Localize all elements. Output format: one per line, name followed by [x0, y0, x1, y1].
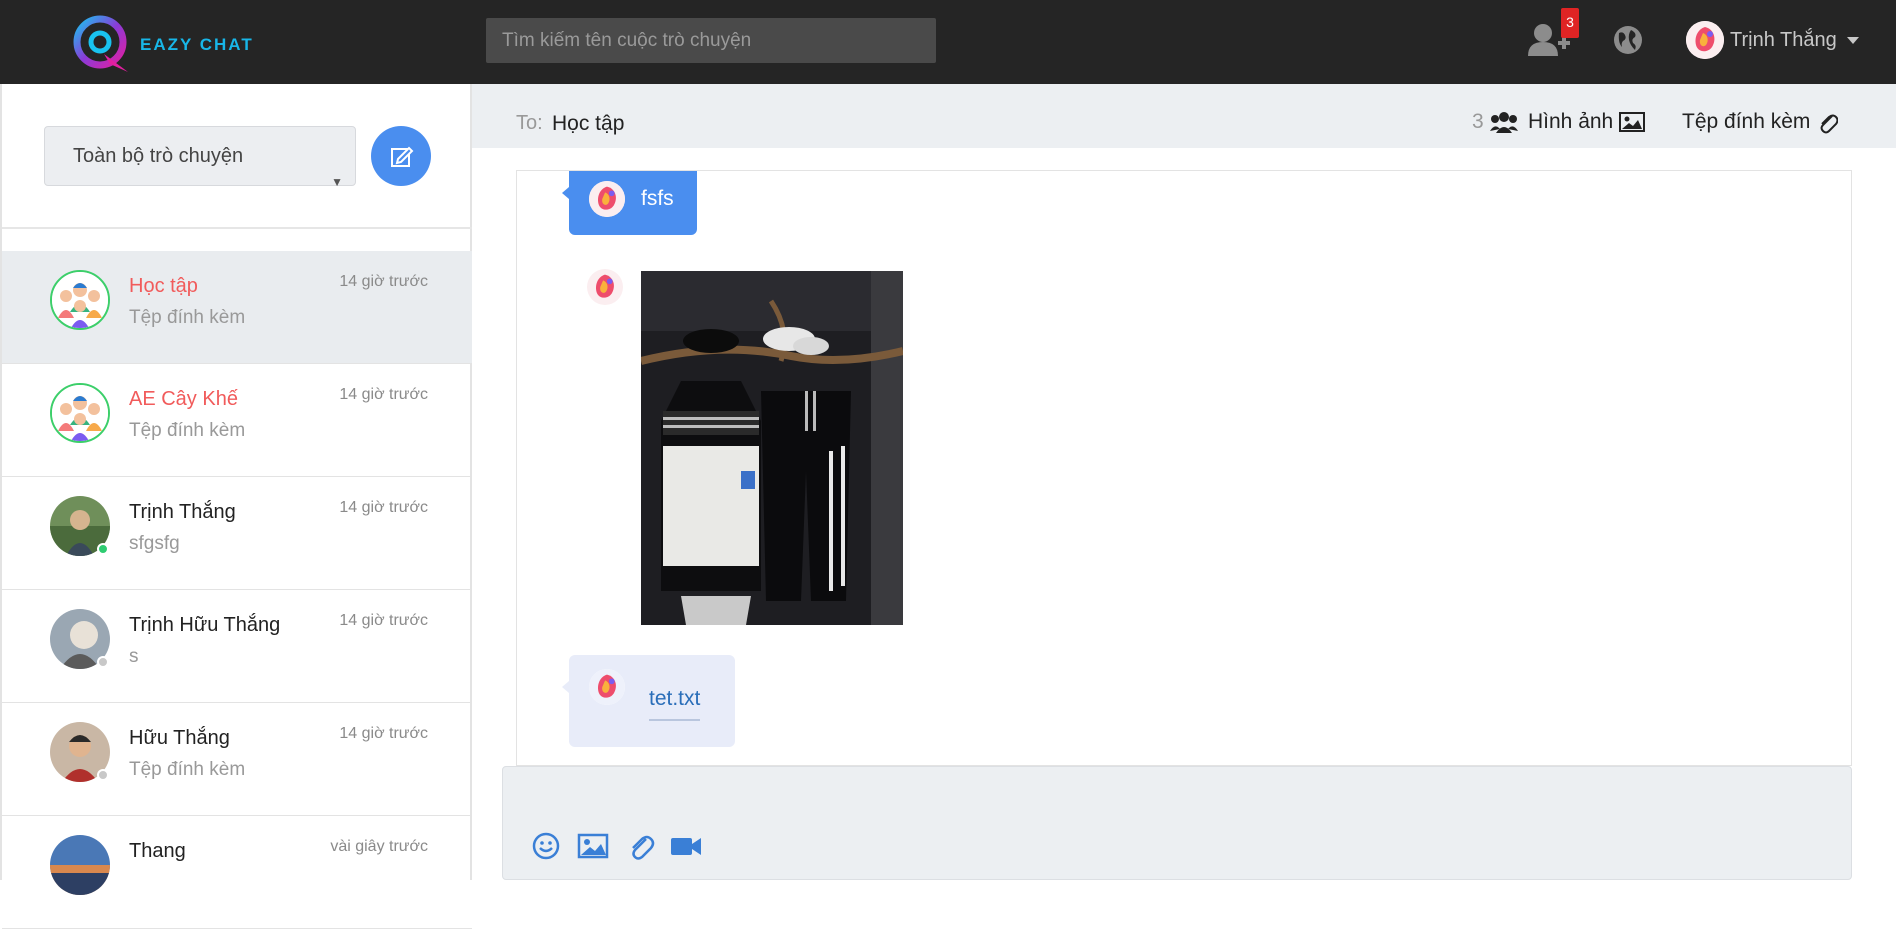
conversation-name: Trịnh Thắng [129, 501, 236, 523]
conversation-preview: Tệp đính kèm [129, 759, 246, 780]
conversation-preview: sfgsfg [129, 533, 180, 554]
message-bubble-file: tet.txt [562, 655, 735, 747]
conversation-item[interactable]: Hữu Thắng Tệp đính kèm 14 giờ trước [2, 703, 472, 816]
sender-avatar [589, 669, 625, 705]
message-text: fsfs [641, 187, 674, 210]
conversation-name: Trịnh Hữu Thắng [129, 614, 281, 636]
to-label: To: [516, 112, 543, 134]
image-icon [577, 833, 609, 859]
users-icon [1489, 112, 1518, 133]
message-list[interactable]: fsfs tet.txt [516, 170, 1852, 766]
friend-request-badge: 3 [1561, 8, 1579, 38]
user-menu[interactable]: Trịnh Thắng [1686, 20, 1859, 60]
conversation-preview: Tệp đính kèm [129, 307, 246, 328]
group-avatar-icon [50, 270, 110, 330]
message-image[interactable] [641, 271, 903, 625]
conversation-time: vài giây trước [330, 838, 428, 855]
video-camera-icon [671, 838, 701, 855]
new-conversation-button[interactable] [371, 126, 431, 186]
file-attachment-link[interactable]: tet.txt [649, 687, 701, 721]
video-call-button[interactable] [669, 831, 701, 863]
user-name: Trịnh Thắng [1730, 28, 1837, 51]
conversation-time: 14 giờ trước [339, 499, 428, 516]
attachments-button[interactable]: Tệp đính kèm [1682, 110, 1839, 134]
message-input[interactable] [523, 781, 1823, 831]
attach-file-button[interactable] [625, 831, 657, 863]
message-bubble-text: fsfs [562, 171, 697, 235]
offline-status-dot [97, 769, 109, 781]
conversation-item[interactable]: Trịnh Hữu Thắng s 14 giờ trước [2, 590, 472, 703]
filter-selected-value: Toàn bộ trò chuyện [73, 145, 244, 167]
conversation-item[interactable]: AE Cây Khế Tệp đính kèm 14 giờ trước [2, 364, 472, 477]
app-logo-text: EAZY CHAT [140, 35, 254, 54]
emoji-button[interactable] [531, 831, 563, 863]
app-logo-icon[interactable] [70, 14, 136, 74]
globe-icon[interactable] [1613, 25, 1643, 55]
conversation-time: 14 giờ trước [339, 725, 428, 742]
conversation-preview: Tệp đính kèm [129, 420, 246, 441]
smiley-icon [532, 832, 560, 860]
compose-icon [391, 146, 414, 167]
conversation-name: AE Cây Khế [129, 388, 238, 410]
chevron-down-icon [1846, 36, 1859, 44]
conversation-time: 14 giờ trước [339, 386, 428, 403]
dropdown-caret-icon: ▼ [331, 175, 343, 189]
sender-avatar [587, 269, 623, 305]
images-button[interactable]: Hình ảnh [1528, 110, 1646, 134]
conversation-item[interactable]: Trịnh Thắng sfgsfg 14 giờ trước [2, 477, 472, 590]
top-navbar: EAZY CHAT 3 Trịnh Thắng [0, 0, 1896, 84]
message-composer [502, 766, 1852, 880]
conversation-filter-select[interactable]: Toàn bộ trò chuyện ▼ [44, 126, 356, 189]
conversation-name: Học tập [129, 275, 198, 297]
send-image-button[interactable] [577, 831, 609, 863]
sidebar-divider [2, 227, 472, 229]
online-status-dot [97, 543, 109, 555]
images-label: Hình ảnh [1528, 110, 1614, 133]
conversation-time: 14 giờ trước [339, 273, 428, 290]
conversation-preview: s [129, 646, 139, 667]
offline-status-dot [97, 656, 109, 668]
chat-header: To: Học tập 3 Hình ảnh Tệp đính kèm [472, 84, 1896, 148]
conversation-item[interactable]: Thang vài giây trước [2, 816, 472, 929]
attachments-label: Tệp đính kèm [1682, 110, 1811, 133]
conversation-search-input[interactable] [486, 18, 936, 63]
sender-avatar [589, 181, 625, 217]
conversation-name: Thang [129, 840, 186, 862]
conversation-name: Hữu Thắng [129, 727, 230, 749]
member-count: 3 [1472, 110, 1484, 133]
members-button[interactable]: 3 [1472, 110, 1518, 134]
conversation-time: 14 giờ trước [339, 612, 428, 629]
chat-title: Học tập [552, 112, 625, 135]
paperclip-icon [632, 835, 655, 860]
image-icon [1619, 112, 1646, 132]
conversation-item[interactable]: Học tập Tệp đính kèm 14 giờ trước [2, 251, 472, 364]
group-avatar-icon [50, 383, 110, 443]
contact-avatar [50, 835, 110, 895]
user-avatar [1686, 21, 1724, 59]
conversation-sidebar: Toàn bộ trò chuyện ▼ Học tập Tệp đính kè… [0, 84, 472, 929]
paperclip-icon [1820, 114, 1839, 134]
